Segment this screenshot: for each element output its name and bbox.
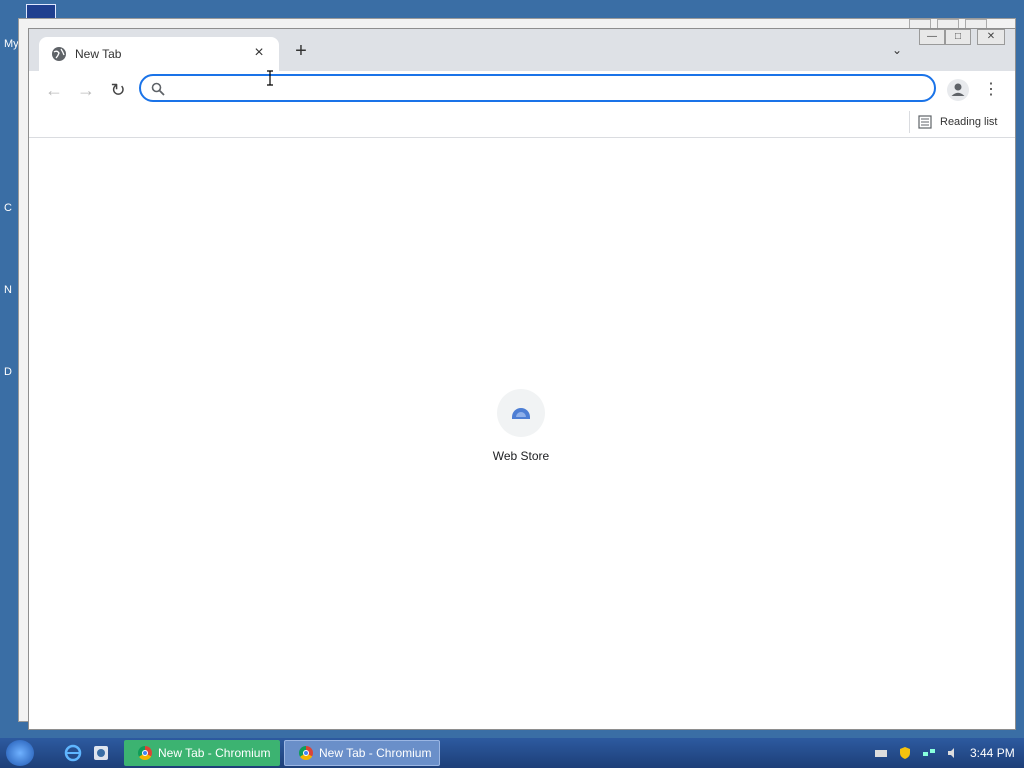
network-icon[interactable] xyxy=(922,746,936,760)
tab-strip: New Tab × + ⌄ — □ ✕ xyxy=(29,29,1015,71)
desktop-icon-label[interactable]: D xyxy=(4,366,12,378)
tab-title: New Tab xyxy=(75,47,122,61)
chromium-icon xyxy=(299,746,313,760)
toolbar: ← → ↻ ⋮ xyxy=(29,71,1015,109)
profile-avatar-icon[interactable] xyxy=(947,79,969,101)
taskbar-item-label: New Tab - Chromium xyxy=(319,746,432,760)
text-cursor-icon xyxy=(267,70,273,86)
shortcut-label: Web Store xyxy=(492,449,550,463)
start-button[interactable] xyxy=(6,740,34,766)
browser-window: New Tab × + ⌄ — □ ✕ ← → ↻ ⋮ Reading list… xyxy=(28,28,1016,730)
close-tab-icon[interactable]: × xyxy=(249,43,269,63)
minimize-button[interactable]: — xyxy=(919,29,945,45)
volume-icon[interactable] xyxy=(946,746,960,760)
close-window-button[interactable]: ✕ xyxy=(977,29,1005,45)
taskbar-item-chromium[interactable]: New Tab - Chromium xyxy=(124,740,280,766)
new-tab-button[interactable]: + xyxy=(291,41,311,61)
menu-icon[interactable]: ⋮ xyxy=(983,79,999,101)
forward-icon[interactable]: → xyxy=(75,79,97,101)
maximize-button[interactable]: □ xyxy=(945,29,971,45)
shortcut-web-store[interactable]: Web Store xyxy=(485,389,557,463)
tab-new-tab[interactable]: New Tab × xyxy=(39,37,279,71)
reload-icon[interactable]: ↻ xyxy=(107,79,129,101)
explorer-icon[interactable] xyxy=(92,744,110,762)
reading-list-label: Reading list xyxy=(940,116,998,128)
search-icon xyxy=(151,82,165,96)
globe-icon xyxy=(52,47,66,61)
keyboard-icon[interactable] xyxy=(874,746,888,760)
internet-explorer-icon[interactable] xyxy=(64,744,82,762)
system-tray: 3:44 PM xyxy=(864,738,1024,768)
web-store-icon xyxy=(497,389,545,437)
security-shield-icon[interactable] xyxy=(898,746,912,760)
new-tab-page: Web Store xyxy=(29,138,1015,729)
reading-list-icon xyxy=(918,115,932,129)
bookmark-bar: Reading list xyxy=(29,109,1015,138)
omnibox-input[interactable] xyxy=(175,79,919,99)
clock[interactable]: 3:44 PM xyxy=(970,746,1015,760)
back-icon[interactable]: ← xyxy=(43,79,65,101)
desktop-icon-label[interactable]: C xyxy=(4,202,12,214)
omnibox[interactable] xyxy=(139,74,936,102)
tab-search-icon[interactable]: ⌄ xyxy=(887,43,907,59)
desktop-icon-label[interactable]: N xyxy=(4,284,12,296)
taskbar-item-chromium[interactable]: New Tab - Chromium xyxy=(284,740,440,766)
chromium-icon xyxy=(138,746,152,760)
taskbar-item-label: New Tab - Chromium xyxy=(158,746,271,760)
reading-list-button[interactable]: Reading list xyxy=(909,111,997,133)
taskbar: New Tab - Chromium New Tab - Chromium 3:… xyxy=(0,738,1024,768)
desktop-icon-label[interactable]: My xyxy=(4,38,19,50)
